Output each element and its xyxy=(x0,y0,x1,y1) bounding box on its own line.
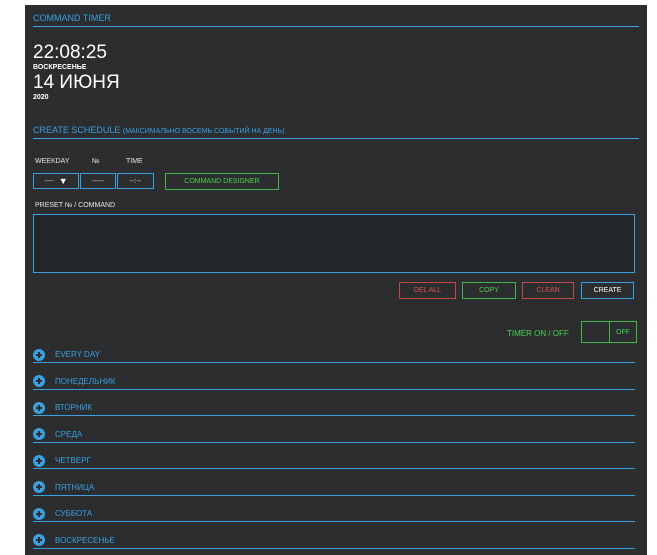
copy-button[interactable]: COPY xyxy=(462,282,516,299)
clock-date: 14 ИЮНЯ xyxy=(33,72,120,93)
number-select[interactable]: ----- xyxy=(80,173,116,189)
command-label: PRESET № / COMMAND xyxy=(35,202,116,209)
day-label: СУББОТА xyxy=(55,509,93,518)
chevron-down-icon: ▼ xyxy=(58,176,68,186)
day-label: ПОНЕДЕЛЬНИК xyxy=(55,376,116,386)
day-row[interactable]: ПОНЕДЕЛЬНИК xyxy=(33,374,635,390)
timer-toggle[interactable]: OFF xyxy=(581,321,637,343)
command-designer-button[interactable]: COMMAND DESIGNER xyxy=(165,173,279,190)
day-label: ЧЕТВЕРГ xyxy=(55,456,91,465)
toggle-knob xyxy=(582,322,610,342)
day-row[interactable]: ПЯТНИЦА xyxy=(33,480,635,496)
day-row[interactable]: СУББОТА xyxy=(33,506,635,522)
weekday-select[interactable]: ---- ▼ xyxy=(33,173,79,189)
expand-plus-icon[interactable] xyxy=(33,454,45,467)
day-row[interactable]: ВОСКРЕСЕНЬЕ xyxy=(33,533,635,549)
clock-display: 22:08:25 ВОСКРЕСЕНЬЕ 14 ИЮНЯ 2020 xyxy=(33,43,120,103)
app-title: COMMAND TIMER xyxy=(33,13,639,27)
schedule-subtitle: (МАКСИМАЛЬНО ВОСЕМЬ СОБЫТИЙ НА ДЕНЬ) xyxy=(122,128,285,135)
clock-year: 2020 xyxy=(33,94,49,101)
time-input-value: --:-- xyxy=(129,177,142,185)
time-input[interactable]: --:-- xyxy=(117,173,154,189)
weekday-label: WEEKDAY xyxy=(35,158,70,165)
create-button[interactable]: CREATE xyxy=(581,282,634,299)
clock-time: 22:08:25 xyxy=(33,42,107,63)
expand-plus-icon[interactable] xyxy=(33,375,45,387)
toggle-state: OFF xyxy=(616,328,630,336)
day-label: EVERY DAY xyxy=(55,350,100,359)
day-row[interactable]: СРЕДА xyxy=(33,427,635,443)
expand-plus-icon[interactable] xyxy=(33,348,45,361)
number-select-value: ----- xyxy=(92,177,104,185)
del-all-button[interactable]: DEL ALL xyxy=(399,282,456,299)
expand-plus-icon[interactable] xyxy=(33,534,45,546)
expand-plus-icon[interactable] xyxy=(33,507,45,520)
day-label: СРЕДА xyxy=(55,429,83,439)
app-title-text: COMMAND TIMER xyxy=(33,13,111,23)
day-label: ВОСКРЕСЕНЬЕ xyxy=(55,535,115,545)
expand-plus-icon[interactable] xyxy=(33,428,45,440)
day-row[interactable]: ЧЕТВЕРГ xyxy=(33,453,635,469)
timer-toggle-label: TIMER ON / OFF xyxy=(507,329,569,338)
schedule-title: CREATE SCHEDULE xyxy=(33,125,121,135)
time-label: TIME xyxy=(126,158,143,165)
day-row[interactable]: EVERY DAY xyxy=(33,347,635,363)
schedule-section-title: CREATE SCHEDULE (МАКСИМАЛЬНО ВОСЕМЬ СОБЫ… xyxy=(33,125,639,139)
day-row[interactable]: ВТОРНИК xyxy=(33,400,635,416)
command-textarea[interactable] xyxy=(33,214,635,273)
number-label: № xyxy=(92,158,100,165)
clean-button[interactable]: CLEAN xyxy=(522,282,574,299)
expand-plus-icon[interactable] xyxy=(33,401,45,414)
command-timer-panel: COMMAND TIMER 22:08:25 ВОСКРЕСЕНЬЕ 14 ИЮ… xyxy=(25,5,647,555)
weekday-select-value: ---- xyxy=(44,177,54,185)
day-label: ПЯТНИЦА xyxy=(55,482,95,492)
expand-plus-icon[interactable] xyxy=(33,481,45,493)
day-label: ВТОРНИК xyxy=(55,403,93,412)
